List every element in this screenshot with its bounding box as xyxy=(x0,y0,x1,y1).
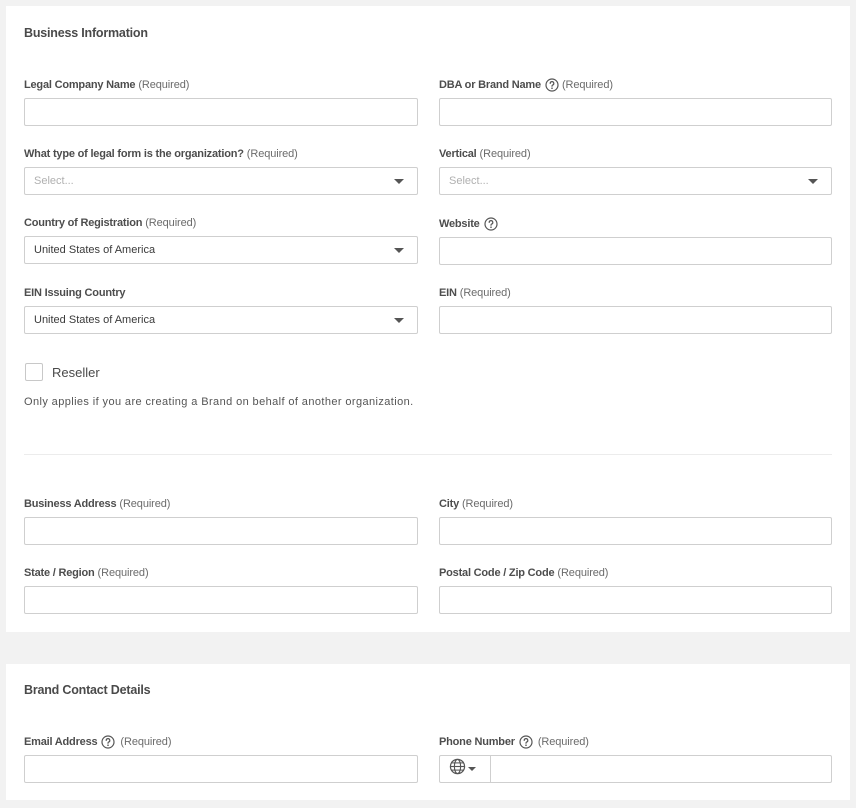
legal-company-name-input[interactable] xyxy=(24,98,418,126)
email-address-label: Email Address (Required) xyxy=(24,734,418,750)
website-input[interactable] xyxy=(439,237,832,265)
label-text: Vertical xyxy=(439,148,477,160)
select-value: United States of America xyxy=(34,244,156,256)
dba-brand-name-input[interactable] xyxy=(439,98,832,126)
select-placeholder: Select... xyxy=(449,175,489,187)
section-title-contact: Brand Contact Details xyxy=(24,683,151,697)
label-text: Country of Registration xyxy=(24,217,143,229)
ein-field: EIN (Required) xyxy=(439,285,832,334)
required-text: (Required) xyxy=(537,736,589,748)
label-text: State / Region xyxy=(24,567,95,579)
select-placeholder: Select... xyxy=(34,175,74,187)
help-circle-icon[interactable] xyxy=(483,217,498,231)
label-text: Email Address xyxy=(24,736,98,748)
required-text: (Required) xyxy=(561,79,613,91)
ein-input[interactable] xyxy=(439,306,832,334)
required-text: (Required) xyxy=(459,287,511,299)
legal-company-name-field: Legal Company Name (Required) xyxy=(24,77,418,126)
label-text: What type of legal form is the organizat… xyxy=(24,148,244,160)
label-text: Legal Company Name xyxy=(24,79,136,91)
help-circle-icon[interactable] xyxy=(519,735,533,749)
chevron-down-icon xyxy=(468,767,476,771)
country-code-select[interactable] xyxy=(440,756,491,782)
state-region-label: State / Region (Required) xyxy=(24,565,418,581)
chevron-down-icon xyxy=(808,179,818,184)
reseller-checkbox[interactable] xyxy=(25,363,43,381)
label-text: City xyxy=(439,498,459,510)
state-region-input[interactable] xyxy=(24,586,418,614)
label-text: Business Address xyxy=(24,498,117,510)
label-text: Postal Code / Zip Code xyxy=(439,567,555,579)
label-text: EIN Issuing Country xyxy=(24,287,126,299)
ein-issuing-country-field: EIN Issuing Country United States of Ame… xyxy=(24,285,418,334)
dba-brand-name-label: DBA or Brand Name (Required) xyxy=(439,77,832,93)
brand-contact-panel: Brand Contact Details Email Address (Req… xyxy=(6,664,850,800)
required-text: (Required) xyxy=(120,736,172,748)
business-address-label: Business Address (Required) xyxy=(24,496,418,512)
ein-label: EIN (Required) xyxy=(439,285,832,301)
help-circle-icon[interactable] xyxy=(545,78,559,92)
vertical-select[interactable]: Select... xyxy=(439,167,832,195)
legal-form-field: What type of legal form is the organizat… xyxy=(24,146,418,195)
required-text: (Required) xyxy=(557,567,609,579)
section-divider xyxy=(24,454,832,455)
ein-issuing-country-label: EIN Issuing Country xyxy=(24,285,418,301)
label-text: EIN xyxy=(439,287,457,299)
dba-brand-name-field: DBA or Brand Name (Required) xyxy=(439,77,832,126)
state-region-field: State / Region (Required) xyxy=(24,565,418,614)
help-circle-icon[interactable] xyxy=(101,735,116,749)
phone-number-label: Phone Number (Required) xyxy=(439,734,832,750)
city-field: City (Required) xyxy=(439,496,832,545)
country-registration-field: Country of Registration (Required) Unite… xyxy=(24,215,418,264)
city-input[interactable] xyxy=(439,517,832,545)
city-label: City (Required) xyxy=(439,496,832,512)
select-value: United States of America xyxy=(34,314,156,326)
reseller-helper-text: Only applies if you are creating a Brand… xyxy=(24,396,414,408)
email-address-input[interactable] xyxy=(24,755,418,783)
email-address-field: Email Address (Required) xyxy=(24,734,418,783)
label-text: DBA or Brand Name xyxy=(439,79,541,91)
vertical-field: Vertical (Required) Select... xyxy=(439,146,832,195)
chevron-down-icon xyxy=(394,179,404,184)
legal-form-label: What type of legal form is the organizat… xyxy=(24,146,418,162)
required-text: (Required) xyxy=(97,567,149,579)
business-address-input[interactable] xyxy=(24,517,418,545)
phone-number-input[interactable] xyxy=(492,756,831,782)
postal-code-field: Postal Code / Zip Code (Required) xyxy=(439,565,832,614)
phone-number-field: Phone Number (Required) xyxy=(439,734,832,783)
website-field: Website xyxy=(439,216,832,265)
required-text: (Required) xyxy=(246,148,298,160)
label-text: Phone Number xyxy=(439,736,515,748)
phone-number-input-wrapper xyxy=(439,755,832,783)
legal-company-name-label: Legal Company Name (Required) xyxy=(24,77,418,93)
postal-code-label: Postal Code / Zip Code (Required) xyxy=(439,565,832,581)
required-text: (Required) xyxy=(145,217,197,229)
country-registration-label: Country of Registration (Required) xyxy=(24,215,418,231)
required-text: (Required) xyxy=(138,79,190,91)
website-label: Website xyxy=(439,216,832,232)
required-text: (Required) xyxy=(479,148,531,160)
reseller-label[interactable]: Reseller xyxy=(52,365,100,380)
label-text: Website xyxy=(439,218,480,230)
vertical-label: Vertical (Required) xyxy=(439,146,832,162)
reseller-row: Reseller xyxy=(25,363,100,381)
postal-code-input[interactable] xyxy=(439,586,832,614)
globe-icon xyxy=(449,758,466,780)
legal-form-select[interactable]: Select... xyxy=(24,167,418,195)
business-information-panel: Business Information Legal Company Name … xyxy=(6,6,850,632)
chevron-down-icon xyxy=(394,248,404,253)
country-registration-select[interactable]: United States of America xyxy=(24,236,418,264)
business-address-field: Business Address (Required) xyxy=(24,496,418,545)
required-text: (Required) xyxy=(119,498,171,510)
ein-issuing-country-select[interactable]: United States of America xyxy=(24,306,418,334)
section-title-business: Business Information xyxy=(24,26,148,40)
chevron-down-icon xyxy=(394,318,404,323)
required-text: (Required) xyxy=(461,498,513,510)
